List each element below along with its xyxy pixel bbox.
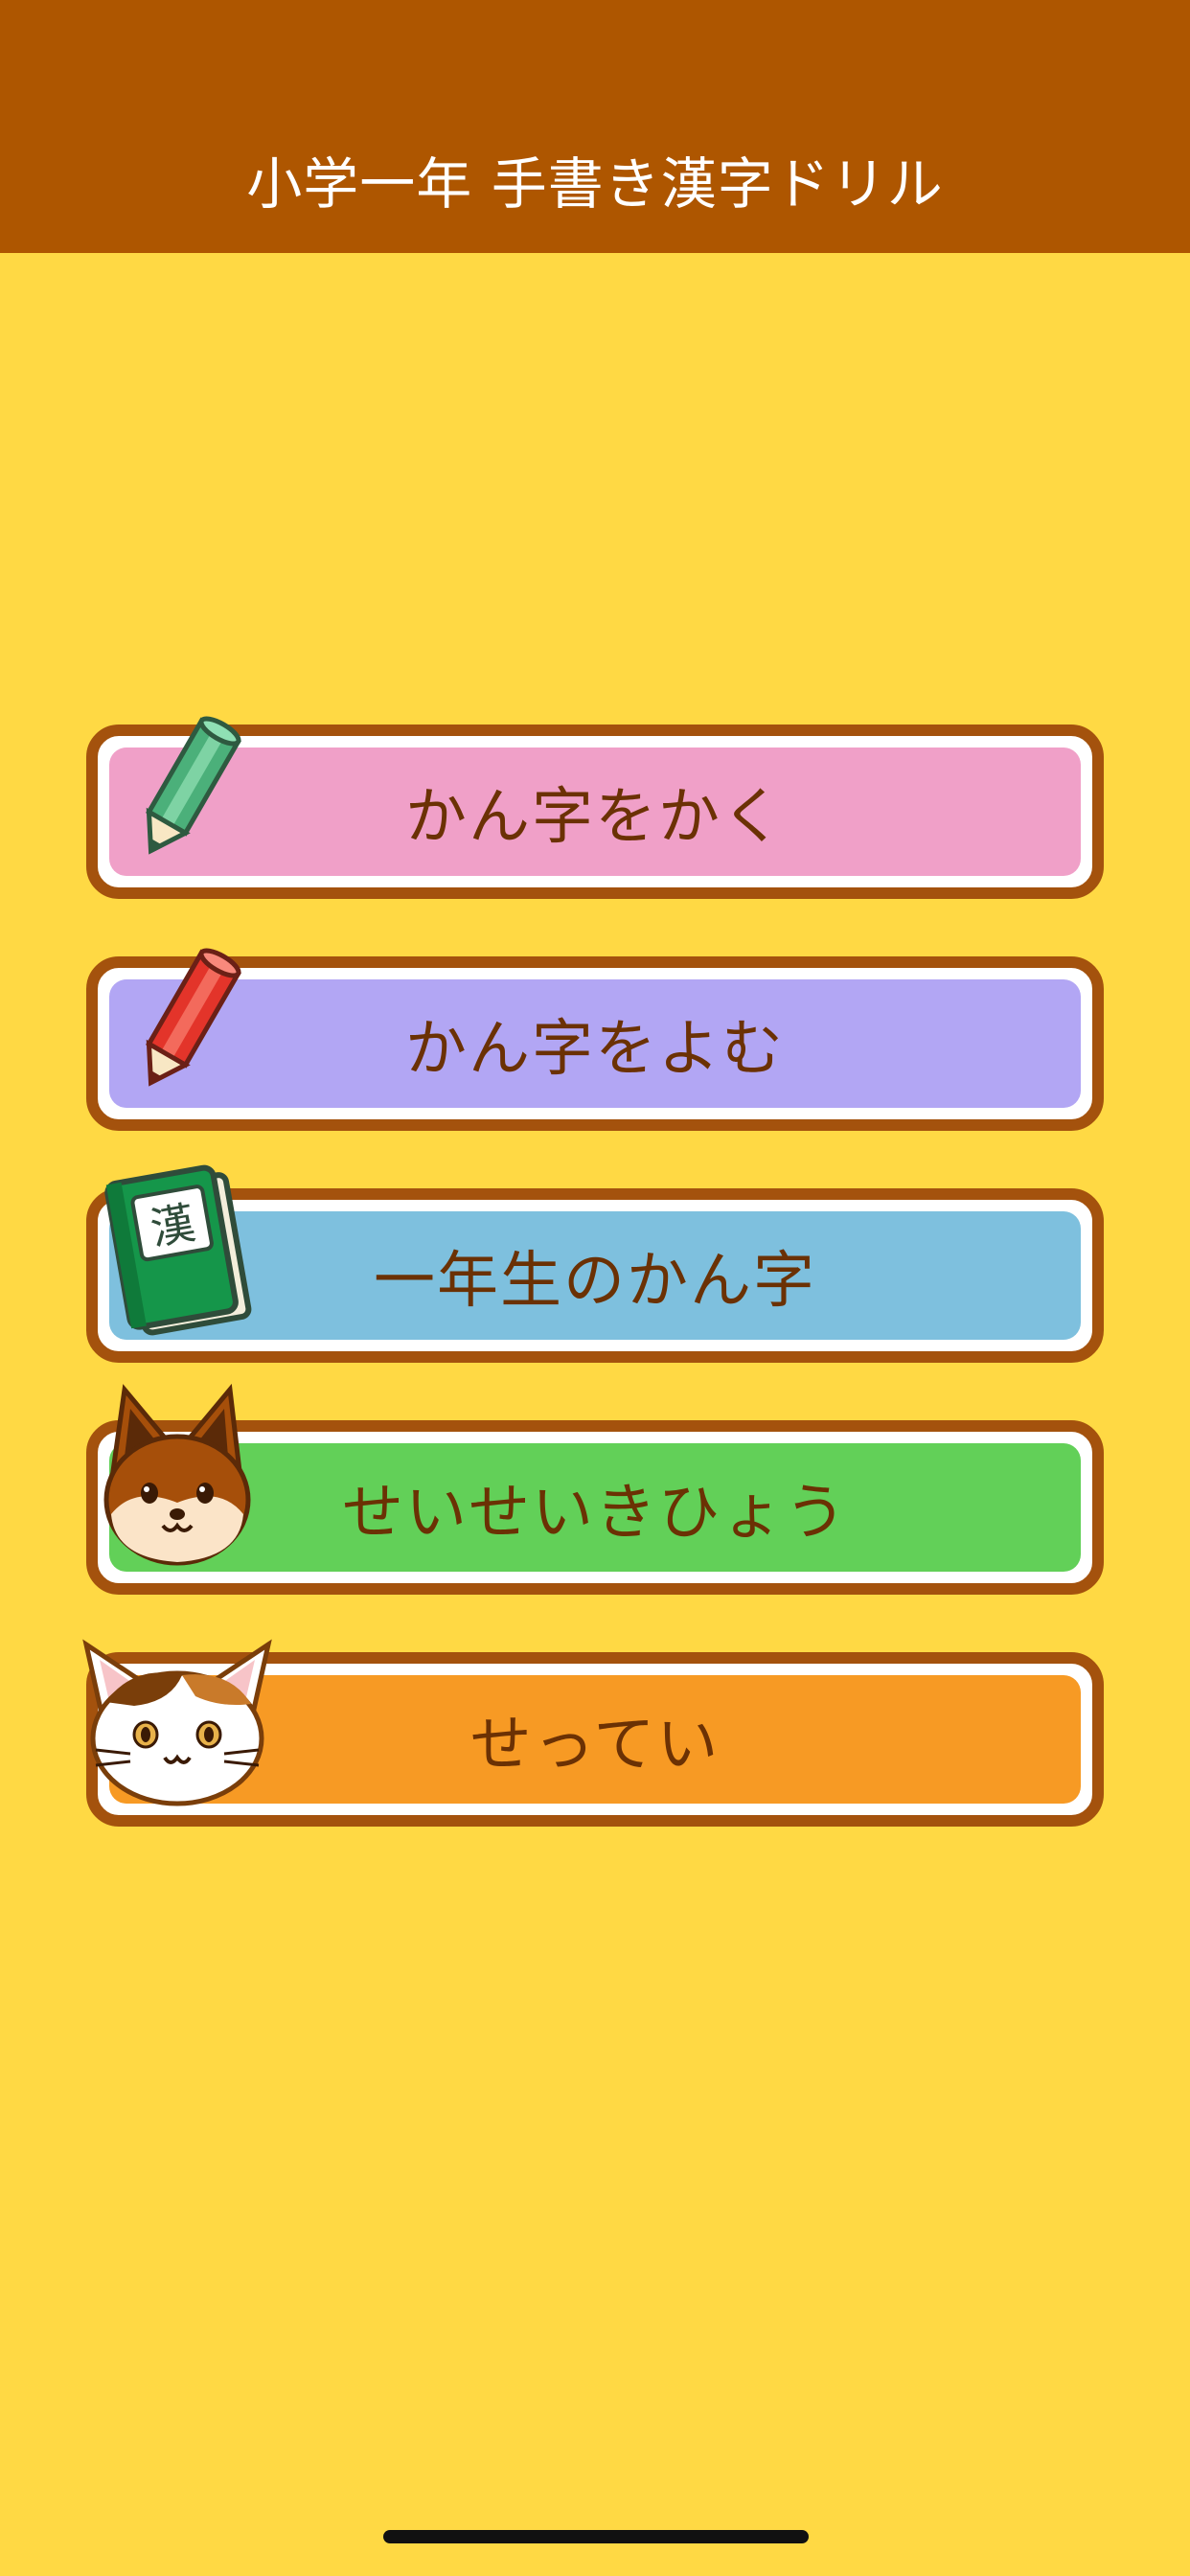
- dog-face-icon: [103, 1383, 251, 1566]
- app-title: 小学一年 手書き漢字ドリル: [246, 151, 944, 217]
- calico-cat-face-icon: [82, 1639, 272, 1806]
- red-pencil-icon: [146, 948, 241, 1087]
- app-header: 小学一年 手書き漢字ドリル: [0, 0, 1190, 253]
- book-kanji-text: 漢: [147, 1197, 199, 1255]
- home-indicator[interactable]: [383, 2530, 809, 2543]
- green-pencil-icon: [146, 716, 241, 855]
- kanji-book-icon: 漢: [104, 1164, 252, 1336]
